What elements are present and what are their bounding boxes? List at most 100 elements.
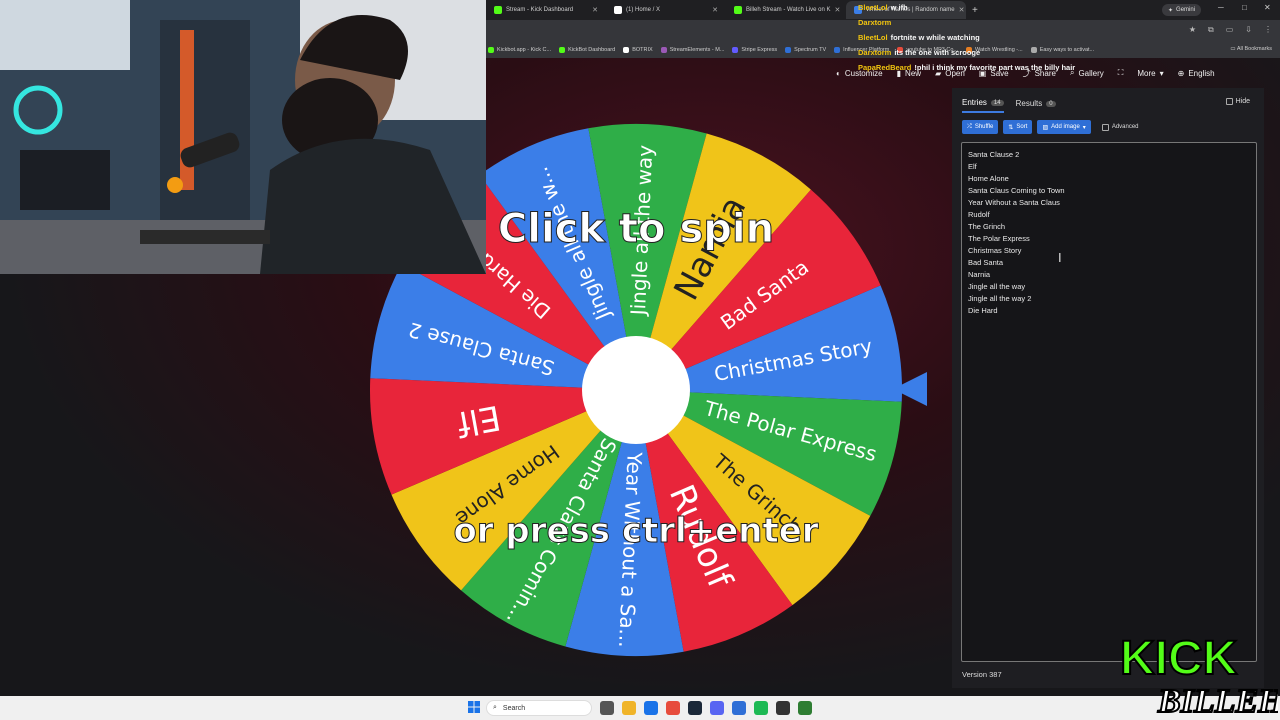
taskbar-app-icon[interactable] [710,701,724,715]
bookmark-favicon-icon [623,47,630,53]
webcam-overlay [0,0,486,274]
bookmark-item[interactable]: StreamElements - M... [660,47,724,53]
chat-overlay: BleetLol w ifh Darxtorm BleetLol fortnite w … [858,0,1075,75]
bookmark-item[interactable]: Spectrum TV [785,47,826,53]
entry-line: Santa Clause 2 [968,150,1020,159]
download-icon[interactable]: ⇩ [1245,25,1252,35]
taskbar-app-icon[interactable] [600,701,614,715]
windows-start-icon[interactable] [468,701,480,713]
taskbar-app-icon[interactable] [688,701,702,715]
taskbar-search[interactable]: ⌕ Search [486,700,592,716]
gemini-button[interactable]: ✦ Gemini [1162,4,1202,16]
chat-message: Darxtorm [858,15,1075,30]
sparkle-icon: ✦ [1168,7,1174,14]
browser-tab[interactable]: Stream - Kick Dashboard ✕ [486,1,606,19]
advanced-toggle[interactable]: Advanced [1101,123,1139,131]
chat-username: Darxtorm [858,18,892,27]
version-label: Version 387 [962,670,1002,679]
tab-results[interactable]: Results 0 [1016,98,1056,113]
taskbar-app-icon[interactable] [622,701,636,715]
chat-text: w ifh [890,3,908,12]
shuffle-icon: ⤮ [967,123,972,130]
extensions-icon[interactable]: ⧉ [1208,25,1214,35]
close-tab-icon[interactable]: ✕ [834,6,840,14]
wheel-slice-label: Elf [453,397,503,444]
browser-tab[interactable]: (1) Home / X ✕ [606,1,726,19]
chat-text: !phil i think my favorite part was the b… [914,63,1076,72]
entry-line: Christmas Story [968,246,1022,255]
entry-line: Bad Santa [968,258,1004,267]
chat-username: BleetLol [858,3,888,12]
bookmark-favicon-icon [559,47,566,53]
entries-count-badge: 14 [990,99,1004,106]
hide-toggle[interactable]: Hide [1225,98,1250,105]
sort-button[interactable]: ⇅ Sort [1003,120,1033,134]
taskbar-app-icon[interactable] [798,701,812,715]
fullscreen-button[interactable]: ⛶ [1118,68,1124,78]
chevron-down-icon: ▾ [1159,68,1164,78]
chat-username: BleetLol [858,33,888,42]
bookmark-item[interactable]: BOTRIX [623,47,653,53]
bookmark-item[interactable]: Stripe Express [732,47,777,53]
entry-line: Santa Claus Coming to Town [968,186,1065,195]
taskbar-app-icon[interactable] [732,701,746,715]
more-button[interactable]: More ▾ [1137,69,1163,78]
results-count-badge: 0 [1046,100,1056,107]
wheel-pointer [893,372,927,406]
chat-message: PapaRedBeard !phil i think my favorite pa… [858,60,1075,75]
taskbar-app-icon[interactable] [666,701,680,715]
kick-billeh-logo: KICK BILLEH [1119,631,1278,720]
menu-icon[interactable]: ⋮ [1264,25,1272,35]
bookmark-item[interactable]: KickBot Dashboard [559,47,615,53]
minimize-icon[interactable]: ─ [1218,3,1224,12]
chat-message: Darxtorm its the one with scrooge [858,45,1075,60]
taskbar-app-icon[interactable] [754,701,768,715]
entries-textarea[interactable]: Santa Clause 2 Elf Home Alone Santa Claus C… [961,142,1257,662]
search-icon: ⌕ [493,704,497,711]
bookmark-favicon-icon [732,47,739,53]
entry-line: Jingle all the way 2 [968,294,1032,303]
bookmark-favicon-icon [488,47,494,53]
all-bookmarks-link[interactable]: ▭ All Bookmarks [1230,46,1272,52]
palette-icon: ◐ [836,68,841,78]
ctrl-enter-hint-text[interactable]: or press ctrl+enter [453,511,819,552]
entry-line: Jingle all the way [968,282,1026,291]
hide-checkbox[interactable] [1225,98,1233,105]
chat-message: BleetLol w ifh [858,0,1075,15]
chevron-down-icon: ▾ [1082,124,1086,131]
image-icon: ▨ [1042,124,1049,131]
chat-username: PapaRedBeard [858,63,912,72]
star-icon[interactable]: ★ [1189,25,1196,35]
text-cursor-icon: I [1058,250,1062,265]
tab-entries[interactable]: Entries 14 [962,98,1004,113]
entry-line: Elf [968,162,977,171]
taskbar-app-icon[interactable] [644,701,658,715]
screen: Stream - Kick Dashboard ✕ (1) Home / X ✕ Bil… [0,0,1280,720]
entries-panel: Entries 14 Results 0 Hide ⤮ Shuffle ⇅ Sort ▨… [952,88,1264,688]
svg-text:KICK: KICK [1120,632,1238,685]
advanced-checkbox[interactable] [1101,123,1109,131]
wheel-center-hub[interactable] [582,336,690,444]
chat-text: fortnite w while watching [890,33,980,42]
shuffle-button[interactable]: ⤮ Shuffle [962,120,999,134]
chat-username: Darxtorm [858,48,892,57]
chat-message: BleetLol fortnite w while watching [858,30,1075,45]
fullscreen-icon: ⛶ [1117,68,1124,77]
browser-tab[interactable]: Billeh Stream - Watch Live on K ✕ [726,1,846,19]
entry-line: Year Without a Santa Claus [968,198,1060,207]
taskbar-app-icon[interactable] [776,701,790,715]
globe-icon: ⊕ [1177,68,1185,78]
bookmark-item[interactable]: Kickbot.app - Kick C... [488,47,551,53]
close-window-icon[interactable]: ✕ [1264,3,1271,12]
windows-taskbar: ⌕ Search [0,696,1280,720]
language-button[interactable]: ⊕ English [1178,69,1215,78]
entry-line: Rudolf [968,210,990,219]
click-to-spin-text[interactable]: Click to spin [497,206,774,253]
entry-line: The Grinch [968,222,1006,231]
close-tab-icon[interactable]: ✕ [712,6,718,14]
close-tab-icon[interactable]: ✕ [592,6,598,14]
maximize-icon[interactable]: □ [1242,3,1247,12]
cast-icon[interactable]: ▭ [1226,25,1234,35]
add-image-button[interactable]: ▨ Add image ▾ [1037,120,1091,134]
sort-icon: ⇅ [1008,124,1014,131]
